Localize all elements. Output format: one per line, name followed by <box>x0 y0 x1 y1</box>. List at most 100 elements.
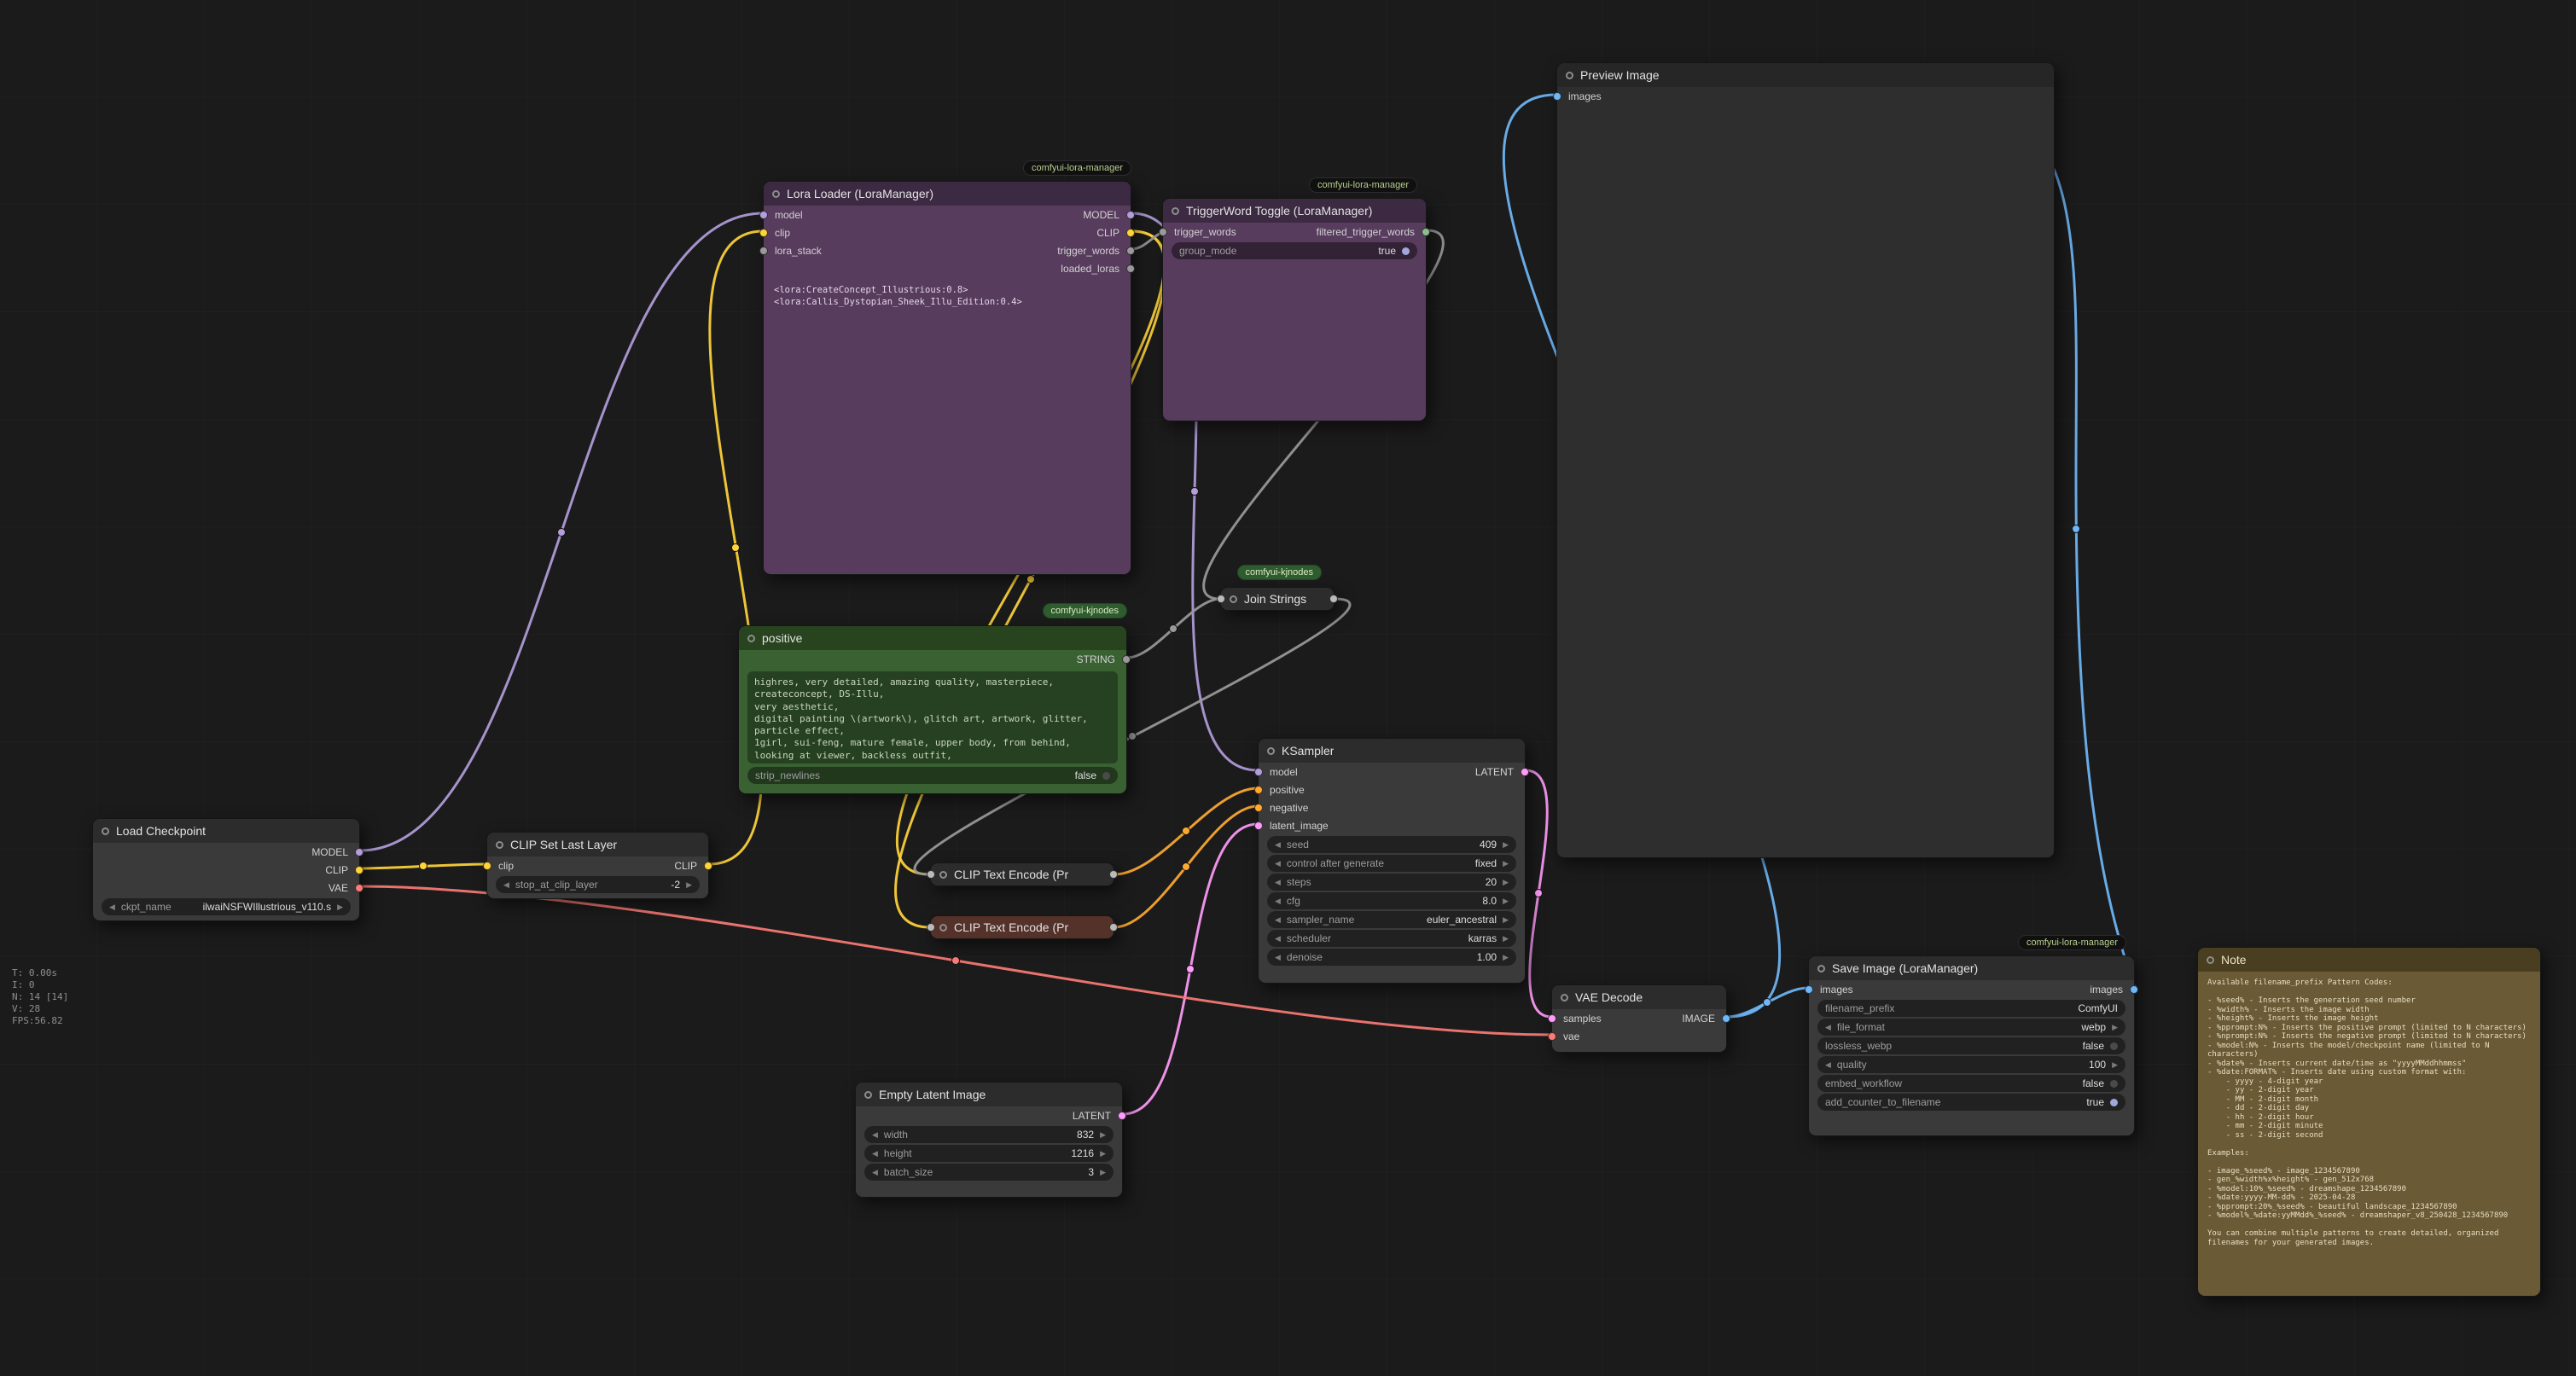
next-arrow-icon[interactable]: ▶ <box>1503 935 1509 943</box>
decrement-arrow-icon[interactable]: ◀ <box>872 1169 878 1176</box>
input-port-positive[interactable] <box>1254 786 1263 794</box>
increment-arrow-icon[interactable]: ▶ <box>2112 1061 2118 1069</box>
node-clip-text-encode-negative[interactable]: CLIP Text Encode (Pr <box>930 915 1114 939</box>
node-header[interactable]: KSampler <box>1259 739 1525 763</box>
output-port-latent[interactable] <box>1118 1112 1126 1120</box>
node-header[interactable]: positive <box>739 626 1126 650</box>
node-collapse-icon[interactable] <box>1817 965 1825 972</box>
widget-steps[interactable]: ◀ steps 20 ▶ <box>1267 874 1516 891</box>
node-collapse-icon[interactable] <box>102 827 109 835</box>
input-port-images[interactable] <box>1553 92 1561 101</box>
node-save-image[interactable]: Save Image (LoraManager) images images f… <box>1808 955 2135 1136</box>
toggle-on-icon[interactable] <box>2110 1099 2118 1106</box>
widget-ckpt-name[interactable]: ◀ ckpt_name ilwaiNSFWIllustrious_v110.s … <box>102 898 351 915</box>
collapsed-input-connector[interactable] <box>931 923 935 932</box>
node-header[interactable]: Empty Latent Image <box>856 1083 1122 1106</box>
widget-strip-newlines[interactable]: strip_newlines false <box>747 767 1118 784</box>
next-arrow-icon[interactable]: ▶ <box>337 903 343 911</box>
increment-arrow-icon[interactable]: ▶ <box>1100 1150 1106 1158</box>
decrement-arrow-icon[interactable]: ◀ <box>1275 879 1281 886</box>
widget-quality[interactable]: ◀ quality 100 ▶ <box>1817 1056 2125 1073</box>
input-port-latent-image[interactable] <box>1254 822 1263 830</box>
decrement-arrow-icon[interactable]: ◀ <box>1825 1061 1831 1069</box>
prev-arrow-icon[interactable]: ◀ <box>1275 860 1281 868</box>
collapsed-input-connector[interactable] <box>931 870 935 879</box>
node-header[interactable]: CLIP Text Encode (Pr <box>931 863 1114 885</box>
toggle-on-icon[interactable] <box>1402 247 1410 255</box>
widget-seed[interactable]: ◀ seed 409 ▶ <box>1267 836 1516 853</box>
prev-arrow-icon[interactable]: ◀ <box>1275 935 1281 943</box>
next-arrow-icon[interactable]: ▶ <box>1503 916 1509 924</box>
decrement-arrow-icon[interactable]: ◀ <box>1275 897 1281 905</box>
node-header[interactable]: Join Strings <box>1221 588 1334 610</box>
node-collapse-icon[interactable] <box>1566 72 1573 79</box>
widget-lossless-webp[interactable]: lossless_webp false <box>1817 1037 2125 1054</box>
collapsed-output-connector[interactable] <box>1329 595 1334 603</box>
decrement-arrow-icon[interactable]: ◀ <box>1275 954 1281 961</box>
output-port-string[interactable] <box>1122 655 1131 664</box>
node-clip-text-encode-positive[interactable]: CLIP Text Encode (Pr <box>930 862 1114 886</box>
node-collapse-icon[interactable] <box>1230 595 1237 603</box>
widget-cfg[interactable]: ◀ cfg 8.0 ▶ <box>1267 892 1516 909</box>
toggle-off-icon[interactable] <box>2110 1042 2118 1050</box>
decrement-arrow-icon[interactable]: ◀ <box>1275 841 1281 849</box>
node-collapse-icon[interactable] <box>939 924 947 932</box>
increment-arrow-icon[interactable]: ▶ <box>1100 1169 1106 1176</box>
collapsed-output-connector[interactable] <box>1109 923 1114 932</box>
next-arrow-icon[interactable]: ▶ <box>1503 860 1509 868</box>
input-port-negative[interactable] <box>1254 804 1263 812</box>
node-lora-loader[interactable]: Lora Loader (LoraManager) model MODEL cl… <box>763 181 1131 575</box>
node-header[interactable]: Save Image (LoraManager) <box>1809 956 2134 980</box>
increment-arrow-icon[interactable]: ▶ <box>1503 879 1509 886</box>
prev-arrow-icon[interactable]: ◀ <box>1825 1024 1831 1031</box>
node-graph-canvas[interactable]: T: 0.00s I: 0 N: 14 [14] V: 28 FPS:56.82… <box>0 0 2576 1376</box>
next-arrow-icon[interactable]: ▶ <box>2112 1024 2118 1031</box>
note-text[interactable]: Available filename_prefix Pattern Codes:… <box>2198 972 2540 1291</box>
increment-arrow-icon[interactable]: ▶ <box>686 881 692 889</box>
input-port-lora-stack[interactable] <box>759 247 768 255</box>
increment-arrow-icon[interactable]: ▶ <box>1503 954 1509 961</box>
widget-width[interactable]: ◀ width 832 ▶ <box>864 1126 1114 1143</box>
widget-control-after-generate[interactable]: ◀ control after generate fixed ▶ <box>1267 855 1516 872</box>
node-header[interactable]: Lora Loader (LoraManager) <box>764 182 1131 206</box>
decrement-arrow-icon[interactable]: ◀ <box>503 881 509 889</box>
input-port-trigger-words[interactable] <box>1159 228 1167 236</box>
increment-arrow-icon[interactable]: ▶ <box>1503 897 1509 905</box>
output-port-trigger-words[interactable] <box>1126 247 1135 255</box>
widget-batch-size[interactable]: ◀ batch_size 3 ▶ <box>864 1164 1114 1181</box>
node-collapse-icon[interactable] <box>864 1091 872 1099</box>
output-port-clip[interactable] <box>355 866 363 874</box>
output-port-clip[interactable] <box>1126 229 1135 237</box>
lora-syntax-text[interactable]: <lora:CreateConcept_Illustrious:0.8> <lo… <box>774 284 1120 308</box>
node-header[interactable]: VAE Decode <box>1552 985 1726 1009</box>
widget-group-mode[interactable]: group_mode true <box>1172 242 1417 259</box>
output-port-images[interactable] <box>2130 985 2138 994</box>
node-header[interactable]: Note <box>2198 948 2540 972</box>
input-port-vae[interactable] <box>1548 1032 1556 1041</box>
node-collapse-icon[interactable] <box>496 841 503 849</box>
node-load-checkpoint[interactable]: Load Checkpoint MODEL CLIP VAE ◀ ckpt_na… <box>92 818 360 921</box>
node-header[interactable]: Load Checkpoint <box>93 819 359 843</box>
decrement-arrow-icon[interactable]: ◀ <box>872 1131 878 1139</box>
node-collapse-icon[interactable] <box>772 190 780 198</box>
node-join-strings[interactable]: Join Strings <box>1220 587 1335 611</box>
widget-scheduler[interactable]: ◀ scheduler karras ▶ <box>1267 930 1516 947</box>
output-port-model[interactable] <box>1126 211 1135 219</box>
widget-sampler-name[interactable]: ◀ sampler_name euler_ancestral ▶ <box>1267 911 1516 928</box>
node-triggerword-toggle[interactable]: TriggerWord Toggle (LoraManager) trigger… <box>1162 198 1427 421</box>
node-preview-image[interactable]: Preview Image images <box>1556 62 2055 858</box>
input-port-model[interactable] <box>1254 768 1263 776</box>
node-header[interactable]: Preview Image <box>1557 63 2054 87</box>
increment-arrow-icon[interactable]: ▶ <box>1100 1131 1106 1139</box>
input-port-images[interactable] <box>1805 985 1813 994</box>
output-port-clip[interactable] <box>704 862 712 870</box>
node-empty-latent-image[interactable]: Empty Latent Image LATENT ◀ width 832 ▶ … <box>855 1082 1123 1198</box>
prev-arrow-icon[interactable]: ◀ <box>109 903 115 911</box>
decrement-arrow-icon[interactable]: ◀ <box>872 1150 878 1158</box>
widget-embed-workflow[interactable]: embed_workflow false <box>1817 1075 2125 1092</box>
output-port-vae[interactable] <box>355 884 363 892</box>
node-positive-prompt[interactable]: positive STRING highres, very detailed, … <box>738 625 1127 794</box>
node-vae-decode[interactable]: VAE Decode samples IMAGE vae <box>1551 984 1727 1053</box>
prompt-textarea[interactable]: highres, very detailed, amazing quality,… <box>747 671 1118 763</box>
node-collapse-icon[interactable] <box>939 871 947 879</box>
